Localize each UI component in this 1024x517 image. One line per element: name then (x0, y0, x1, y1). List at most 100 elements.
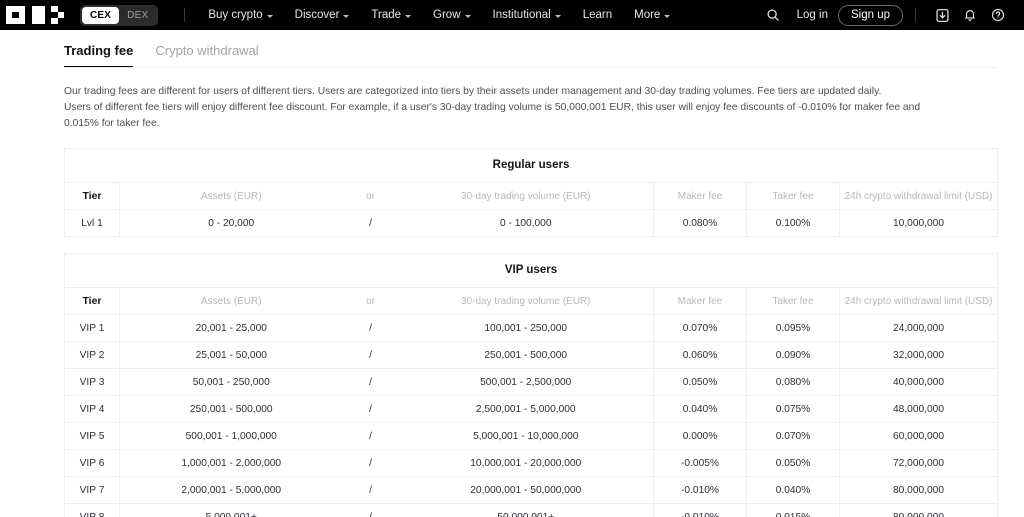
table-row: VIP 6 1,000,001 - 2,000,000/10,000,001 - … (64, 449, 998, 477)
cell-tier: VIP 4 (64, 395, 120, 423)
nav-item-institutional[interactable]: Institutional (482, 9, 572, 21)
cell-withdrawal-limit: 72,000,000 (839, 449, 998, 477)
cell-withdrawal-limit: 80,000,000 (839, 476, 998, 504)
cell-assets: 20,001 - 25,000 (119, 314, 343, 342)
toggle-option-cex[interactable]: CEX (82, 6, 120, 24)
cell-or: / (342, 395, 399, 423)
cell-withdrawal-limit: 40,000,000 (839, 368, 998, 396)
cell-or: / (342, 209, 399, 237)
toggle-option-dex[interactable]: DEX (119, 7, 156, 24)
column-header-volume: 30-day trading volume (EUR) (398, 287, 654, 315)
nav-item-discover[interactable]: Discover (284, 9, 361, 21)
tab-trading-fee[interactable]: Trading fee (64, 43, 134, 68)
column-header-taker-fee: Taker fee (746, 287, 840, 315)
table-body: Lvl 1 0 - 20,000 / 0 - 100,000 0.080% 0.… (64, 209, 998, 237)
nav-divider-right (915, 8, 916, 22)
cell-or: / (342, 449, 399, 477)
cell-taker-fee: 0.080% (746, 368, 840, 396)
cell-withdrawal-limit: 80,000,000 (839, 503, 998, 517)
cell-taker-fee: 0.050% (746, 449, 840, 477)
column-header-tier: Tier (64, 182, 120, 210)
cell-maker-fee: -0.010% (653, 476, 747, 504)
download-icon[interactable] (928, 4, 956, 26)
nav-item-learn[interactable]: Learn (572, 9, 623, 21)
cell-volume: 10,000,001 - 20,000,000 (398, 449, 654, 477)
column-header-volume: 30-day trading volume (EUR) (398, 182, 654, 210)
table-row: VIP 5 500,001 - 1,000,000/5,000,001 - 10,… (64, 422, 998, 450)
cell-assets: 2,000,001 - 5,000,000 (119, 476, 343, 504)
tab-crypto-withdrawal[interactable]: Crypto withdrawal (155, 43, 258, 67)
cell-maker-fee: 0.050% (653, 368, 747, 396)
chevron-down-icon (464, 14, 471, 18)
nav-item-trade[interactable]: Trade (360, 9, 422, 21)
help-circle-icon[interactable] (984, 4, 1012, 26)
cell-assets: 5,000,001+ (119, 503, 343, 517)
cell-assets: 25,001 - 50,000 (119, 341, 343, 369)
cell-volume: 50,000,001+ (398, 503, 654, 517)
page-tabs-bar: Trading fee Crypto withdrawal (0, 30, 1024, 68)
nav-item-label: More (634, 9, 661, 21)
cell-assets: 250,001 - 500,000 (119, 395, 343, 423)
okx-logo[interactable] (6, 6, 64, 24)
nav-item-more[interactable]: More (623, 9, 681, 21)
nav-item-label: Grow (433, 9, 461, 21)
nav-item-label: Institutional (492, 9, 551, 21)
cell-taker-fee: 0.070% (746, 422, 840, 450)
bell-icon[interactable] (956, 4, 984, 26)
nav-item-grow[interactable]: Grow (422, 9, 481, 21)
cell-withdrawal-limit: 48,000,000 (839, 395, 998, 423)
table-row: Lvl 1 0 - 20,000 / 0 - 100,000 0.080% 0.… (64, 209, 998, 237)
nav-item-label: Learn (582, 9, 613, 21)
cell-withdrawal-limit: 32,000,000 (839, 341, 998, 369)
signup-button[interactable]: Sign up (837, 4, 903, 26)
table-row: VIP 3 50,001 - 250,000/500,001 - 2,500,00… (64, 368, 998, 396)
nav-item-label: Discover (294, 9, 340, 21)
cell-taker-fee: 0.100% (746, 209, 840, 237)
nav-divider (184, 8, 186, 22)
table-title-vip-users: VIP users (64, 253, 998, 287)
cell-volume: 5,000,001 - 10,000,000 (398, 422, 654, 450)
cell-volume: 250,001 - 500,000 (398, 341, 654, 369)
login-button[interactable]: Log in (787, 9, 838, 21)
column-header-assets: Assets (EUR) (119, 182, 343, 210)
intro-line-1: Our trading fees are different for users… (64, 86, 882, 97)
table-row: VIP 1 20,001 - 25,000/100,001 - 250,000 0.… (64, 314, 998, 342)
cell-maker-fee: 0.000% (653, 422, 747, 450)
cell-tier: VIP 8 (64, 503, 120, 517)
chevron-down-icon (343, 14, 350, 18)
cell-taker-fee: 0.090% (746, 341, 840, 369)
market-type-toggle[interactable]: CEX DEX (80, 4, 159, 26)
cell-volume: 500,001 - 2,500,000 (398, 368, 654, 396)
cell-taker-fee: 0.040% (746, 476, 840, 504)
nav-item-label: Trade (371, 9, 402, 21)
table-title-regular-users: Regular users (64, 148, 998, 182)
cell-tier: VIP 6 (64, 449, 120, 477)
cell-tier: VIP 5 (64, 422, 120, 450)
fee-tables-container: Regular users Tier Assets (EUR) or 30-da… (0, 148, 1024, 517)
cell-or: / (342, 368, 399, 396)
cell-assets: 500,001 - 1,000,000 (119, 422, 343, 450)
cell-volume: 100,001 - 250,000 (398, 314, 654, 342)
cell-or: / (342, 422, 399, 450)
column-header-tier: Tier (64, 287, 120, 315)
vip-users-fee-table: VIP users Tier Assets (EUR) or 30-day tr… (64, 253, 998, 517)
cell-maker-fee: -0.005% (653, 449, 747, 477)
cell-withdrawal-limit: 10,000,000 (839, 209, 998, 237)
cell-or: / (342, 341, 399, 369)
cell-or: / (342, 476, 399, 504)
column-header-withdrawal-limit: 24h crypto withdrawal limit (USD) (839, 182, 998, 210)
cell-tier: Lvl 1 (64, 209, 120, 237)
search-icon[interactable] (759, 4, 787, 26)
cell-or: / (342, 503, 399, 517)
table-header: Tier Assets (EUR) or 30-day trading volu… (64, 182, 998, 210)
table-row: VIP 7 2,000,001 - 5,000,000/20,000,001 - … (64, 476, 998, 504)
column-header-withdrawal-limit: 24h crypto withdrawal limit (USD) (839, 287, 998, 315)
cell-taker-fee: 0.075% (746, 395, 840, 423)
cell-tier: VIP 1 (64, 314, 120, 342)
primary-nav-items: Buy crypto Discover Trade Grow Instituti… (197, 9, 681, 21)
column-header-maker-fee: Maker fee (653, 182, 747, 210)
nav-item-buy-crypto[interactable]: Buy crypto (197, 9, 283, 21)
column-header-or: or (342, 287, 399, 315)
table-header: Tier Assets (EUR) or 30-day trading volu… (64, 287, 998, 315)
cell-assets: 1,000,001 - 2,000,000 (119, 449, 343, 477)
